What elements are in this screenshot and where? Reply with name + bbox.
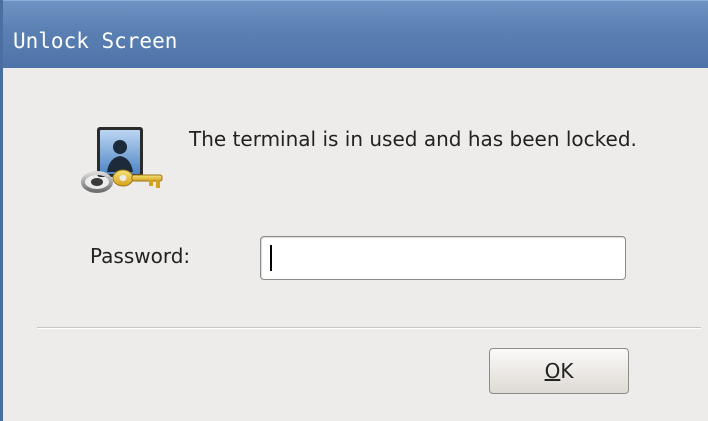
ok-button[interactable]: OK (489, 348, 629, 394)
separator (37, 327, 701, 329)
title-bar[interactable]: Unlock Screen (3, 0, 708, 68)
password-input[interactable] (260, 236, 626, 280)
ok-label-rest: K (560, 359, 574, 383)
lock-screen-icon (79, 125, 165, 197)
unlock-screen-dialog: Unlock Screen The terminal is in used an… (0, 0, 708, 421)
window-title: Unlock Screen (13, 29, 178, 53)
text-cursor (270, 245, 272, 271)
dialog-content: The terminal is in used and has been loc… (3, 68, 708, 421)
password-label: Password: (90, 244, 191, 268)
lock-message: The terminal is in used and has been loc… (189, 127, 637, 151)
ok-mnemonic: O (544, 359, 561, 383)
